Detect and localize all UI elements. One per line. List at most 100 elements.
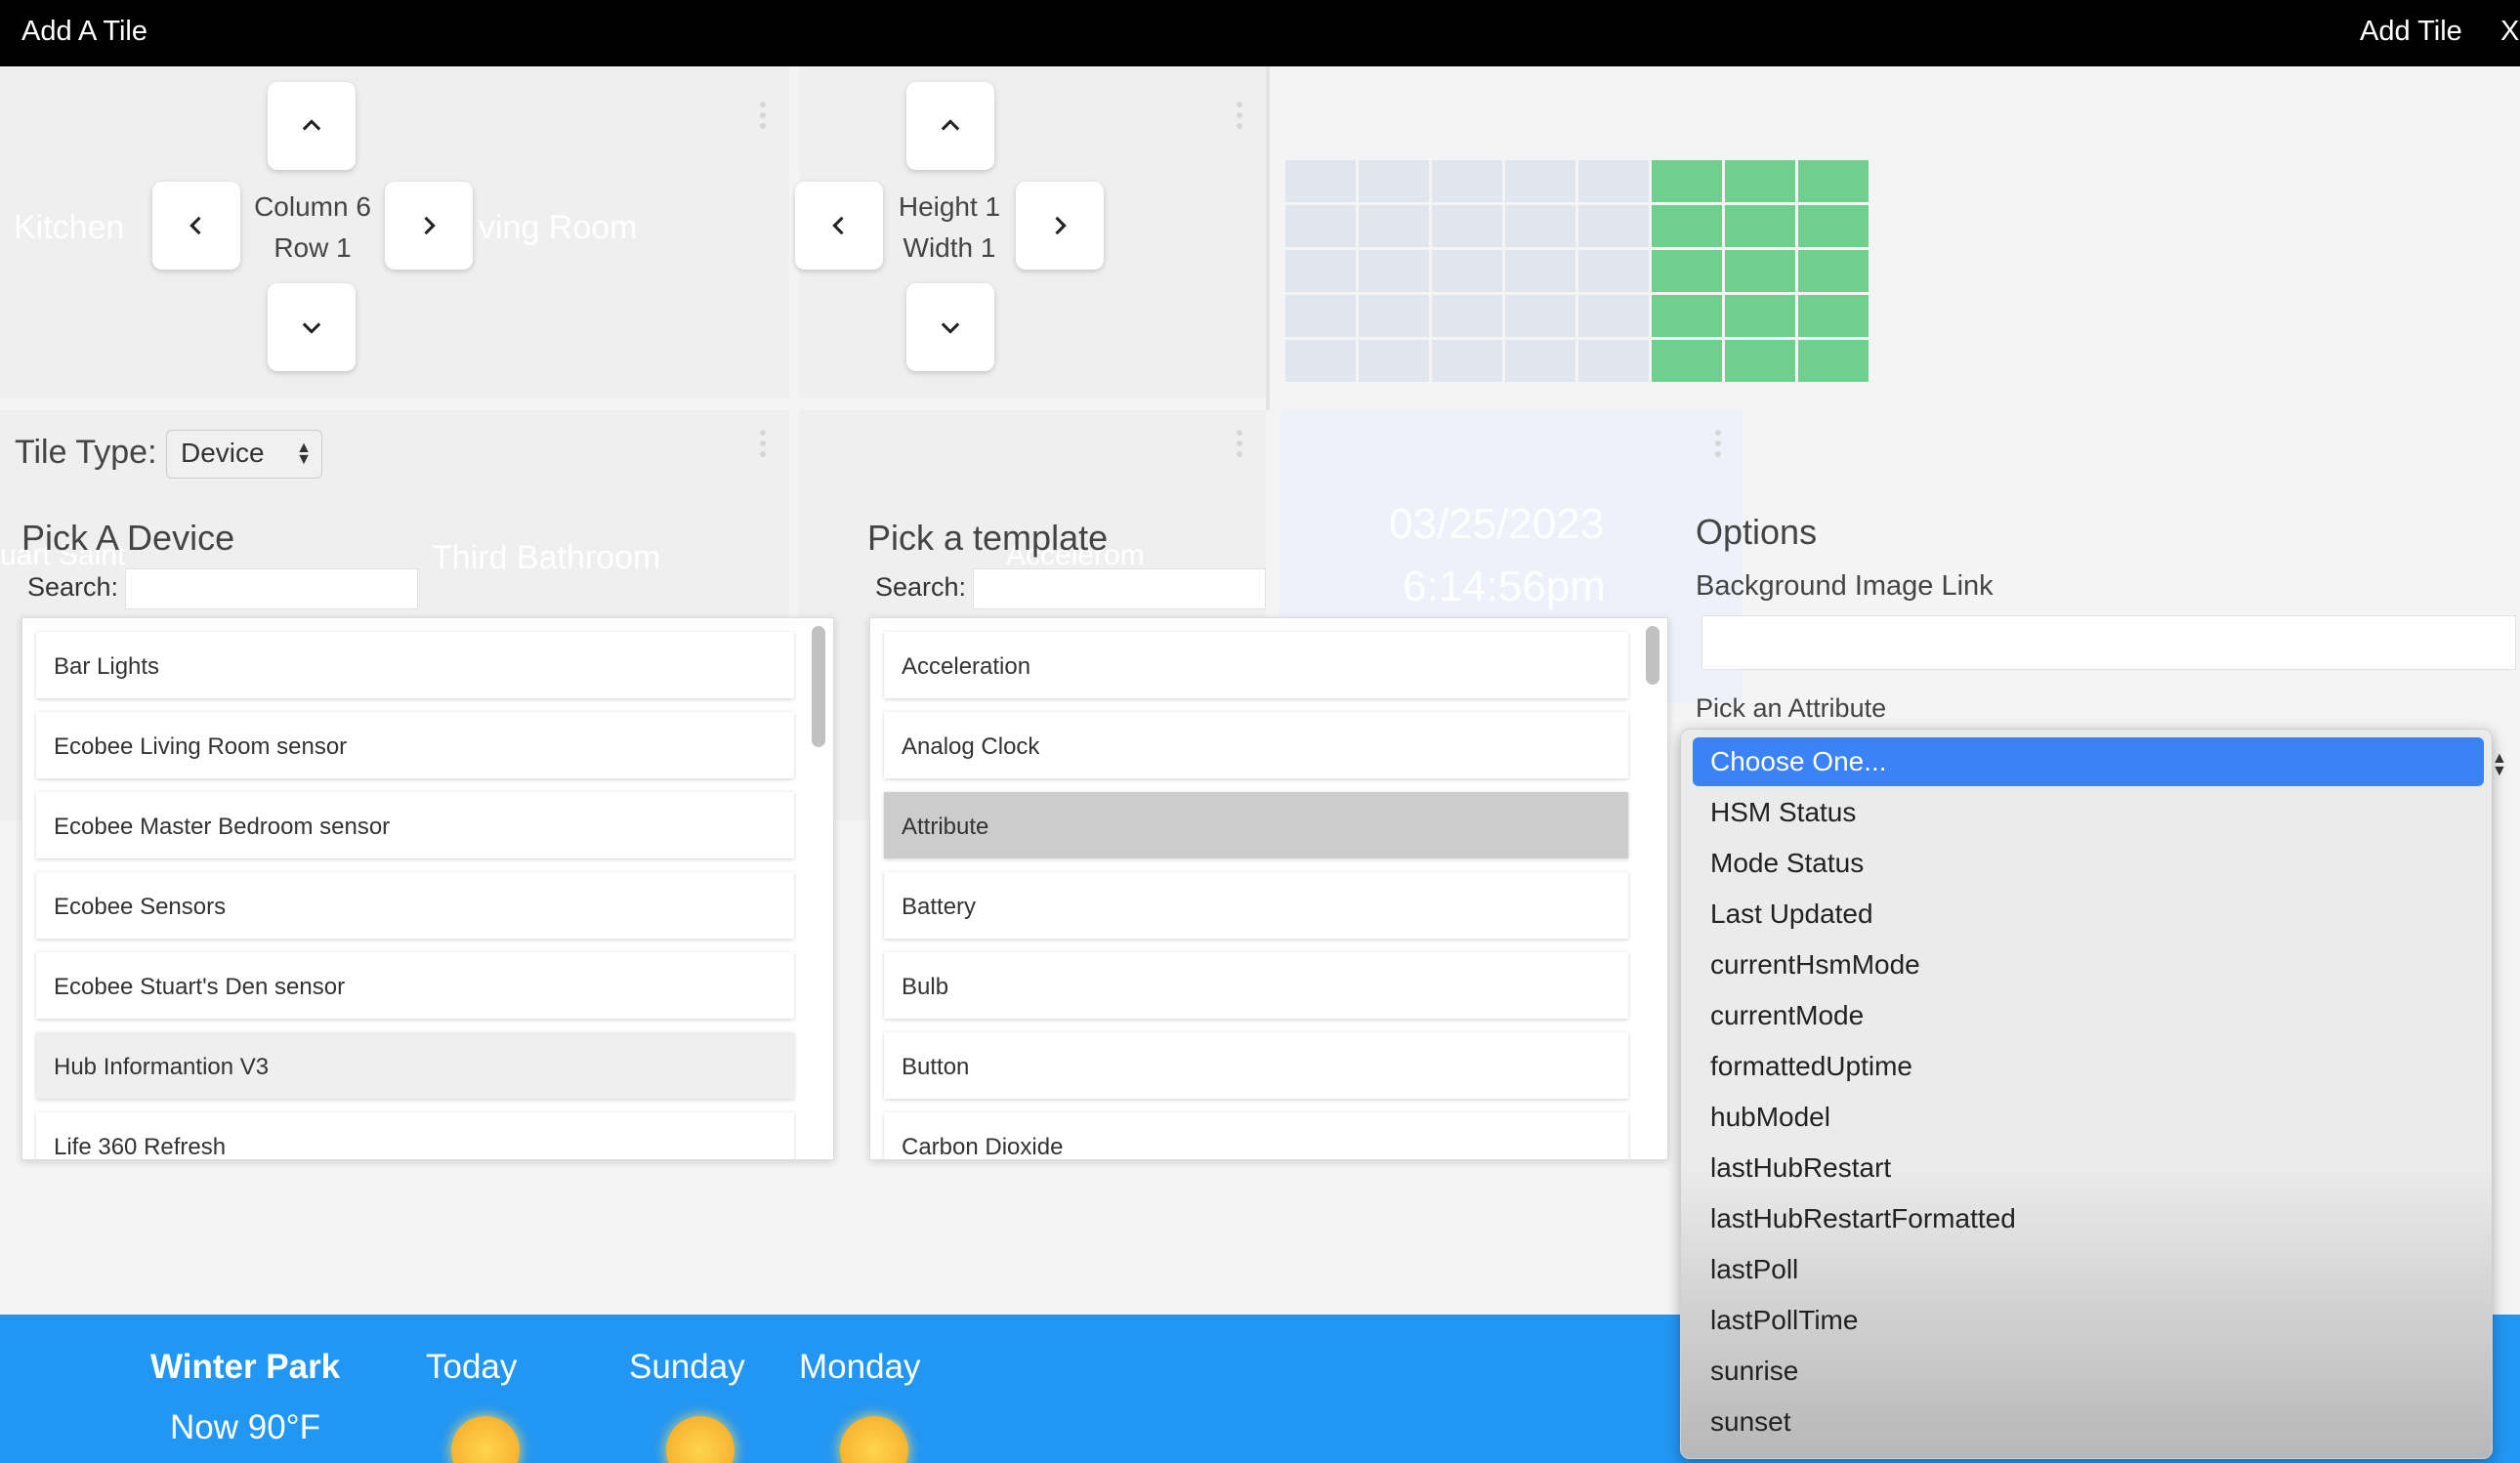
device-list-item[interactable]: Hub Informantion V3 (36, 1032, 794, 1099)
grid-cell[interactable] (1505, 250, 1575, 292)
bg-image-input[interactable] (1701, 615, 2516, 670)
attribute-option[interactable]: Mode Status (1693, 839, 2484, 888)
grid-cell[interactable] (1725, 205, 1795, 247)
attribute-dropdown-menu[interactable]: Choose One... HSM Status Mode Status Last U… (1680, 729, 2493, 1459)
attribute-option[interactable]: Last Updated (1693, 890, 2484, 939)
attribute-option[interactable]: hubModel (1693, 1093, 2484, 1142)
template-list-item[interactable]: Button (884, 1032, 1628, 1099)
template-list-item[interactable]: Acceleration (884, 632, 1628, 698)
grid-cell[interactable] (1725, 160, 1795, 202)
background-date: 03/25/2023 (1389, 500, 1605, 548)
placement-grid[interactable] (1285, 160, 1869, 382)
grid-cell[interactable] (1505, 205, 1575, 247)
decrease-height-button[interactable] (906, 283, 994, 371)
template-list[interactable]: Acceleration Analog Clock Attribute Battery… (869, 617, 1668, 1160)
template-list-item[interactable]: Battery (884, 872, 1628, 939)
grid-cell[interactable] (1798, 160, 1869, 202)
increase-width-button[interactable] (1016, 182, 1104, 270)
chevron-right-icon (424, 216, 436, 235)
grid-cell[interactable] (1432, 340, 1502, 382)
device-search-input[interactable] (125, 568, 418, 609)
chevron-right-icon (1055, 216, 1067, 235)
tile-type-select[interactable]: Device ▲ ▼ (166, 430, 322, 479)
grid-cell[interactable] (1652, 250, 1722, 292)
attribute-option[interactable]: HSM Status (1693, 788, 2484, 837)
grid-cell[interactable] (1578, 250, 1649, 292)
attribute-option[interactable]: currentHsmMode (1693, 940, 2484, 989)
pick-device-title: Pick A Device (21, 518, 235, 558)
template-list-item[interactable]: Bulb (884, 952, 1628, 1019)
attribute-option[interactable]: lastPoll (1693, 1245, 2484, 1294)
move-left-button[interactable] (152, 182, 240, 270)
template-list-item[interactable]: Analog Clock (884, 712, 1628, 778)
position-readout: Column 6 Row 1 (244, 187, 381, 269)
grid-cell[interactable] (1652, 340, 1722, 382)
attribute-option[interactable]: lastHubRestartFormatted (1693, 1194, 2484, 1243)
move-right-button[interactable] (385, 182, 473, 270)
grid-cell[interactable] (1285, 340, 1356, 382)
grid-cell[interactable] (1578, 160, 1649, 202)
grid-cell[interactable] (1652, 205, 1722, 247)
dialog-title: Add A Tile (21, 16, 147, 47)
grid-cell[interactable] (1798, 205, 1869, 247)
grid-cell[interactable] (1505, 340, 1575, 382)
template-search-input[interactable] (973, 568, 1266, 609)
attribute-option[interactable]: lastHubRestart (1693, 1144, 2484, 1192)
title-bar: Add A Tile Add Tile X (0, 0, 2520, 66)
attribute-option[interactable]: sunrise (1693, 1347, 2484, 1396)
grid-cell[interactable] (1359, 160, 1429, 202)
grid-cell[interactable] (1359, 205, 1429, 247)
attribute-option[interactable]: sunset (1693, 1398, 2484, 1446)
grid-cell[interactable] (1652, 160, 1722, 202)
menu-dots-icon (760, 102, 766, 131)
device-list-item[interactable]: Bar Lights (36, 632, 794, 698)
grid-cell[interactable] (1285, 160, 1356, 202)
template-list-scrollbar[interactable] (1646, 626, 1659, 685)
grid-cell[interactable] (1725, 340, 1795, 382)
attribute-option[interactable]: formattedUptime (1693, 1042, 2484, 1091)
grid-cell[interactable] (1578, 340, 1649, 382)
move-down-button[interactable] (268, 283, 356, 371)
attribute-option[interactable]: Choose One... (1693, 737, 2484, 786)
attribute-option[interactable]: lastPollTime (1693, 1296, 2484, 1345)
grid-cell[interactable] (1359, 340, 1429, 382)
background-tile-label: ving Room (479, 209, 638, 246)
move-up-button[interactable] (268, 82, 356, 170)
decrease-width-button[interactable] (795, 182, 883, 270)
grid-cell[interactable] (1432, 160, 1502, 202)
device-list[interactable]: Bar Lights Ecobee Living Room sensor Ecobe… (21, 617, 834, 1160)
grid-cell[interactable] (1652, 295, 1722, 337)
grid-cell[interactable] (1798, 295, 1869, 337)
grid-cell[interactable] (1432, 205, 1502, 247)
device-list-item[interactable]: Ecobee Living Room sensor (36, 712, 794, 778)
grid-cell[interactable] (1505, 295, 1575, 337)
add-tile-button[interactable]: Add Tile (2360, 16, 2462, 48)
grid-cell[interactable] (1359, 295, 1429, 337)
device-list-item[interactable]: Ecobee Master Bedroom sensor (36, 792, 794, 858)
grid-cell[interactable] (1505, 160, 1575, 202)
device-list-item[interactable]: Ecobee Sensors (36, 872, 794, 939)
close-button[interactable]: X (2500, 16, 2519, 48)
grid-cell[interactable] (1432, 250, 1502, 292)
grid-cell[interactable] (1798, 250, 1869, 292)
device-list-item[interactable]: Ecobee Stuart's Den sensor (36, 952, 794, 1019)
grid-cell[interactable] (1359, 250, 1429, 292)
increase-height-button[interactable] (906, 82, 994, 170)
grid-cell[interactable] (1725, 250, 1795, 292)
options-title: Options (1696, 512, 1818, 552)
grid-cell[interactable] (1432, 295, 1502, 337)
grid-cell[interactable] (1578, 295, 1649, 337)
template-list-item[interactable]: Attribute (884, 792, 1628, 858)
template-list-item[interactable]: Carbon Dioxide (884, 1112, 1628, 1159)
grid-cell[interactable] (1578, 205, 1649, 247)
attribute-option[interactable]: currentMode (1693, 991, 2484, 1040)
size-readout: Height 1 Width 1 (883, 187, 1016, 269)
grid-cell[interactable] (1725, 295, 1795, 337)
grid-cell[interactable] (1285, 250, 1356, 292)
forecast-day: Sunday (629, 1348, 745, 1386)
device-list-item[interactable]: Life 360 Refresh (36, 1112, 794, 1159)
grid-cell[interactable] (1285, 295, 1356, 337)
grid-cell[interactable] (1285, 205, 1356, 247)
device-list-scrollbar[interactable] (812, 626, 825, 747)
grid-cell[interactable] (1798, 340, 1869, 382)
